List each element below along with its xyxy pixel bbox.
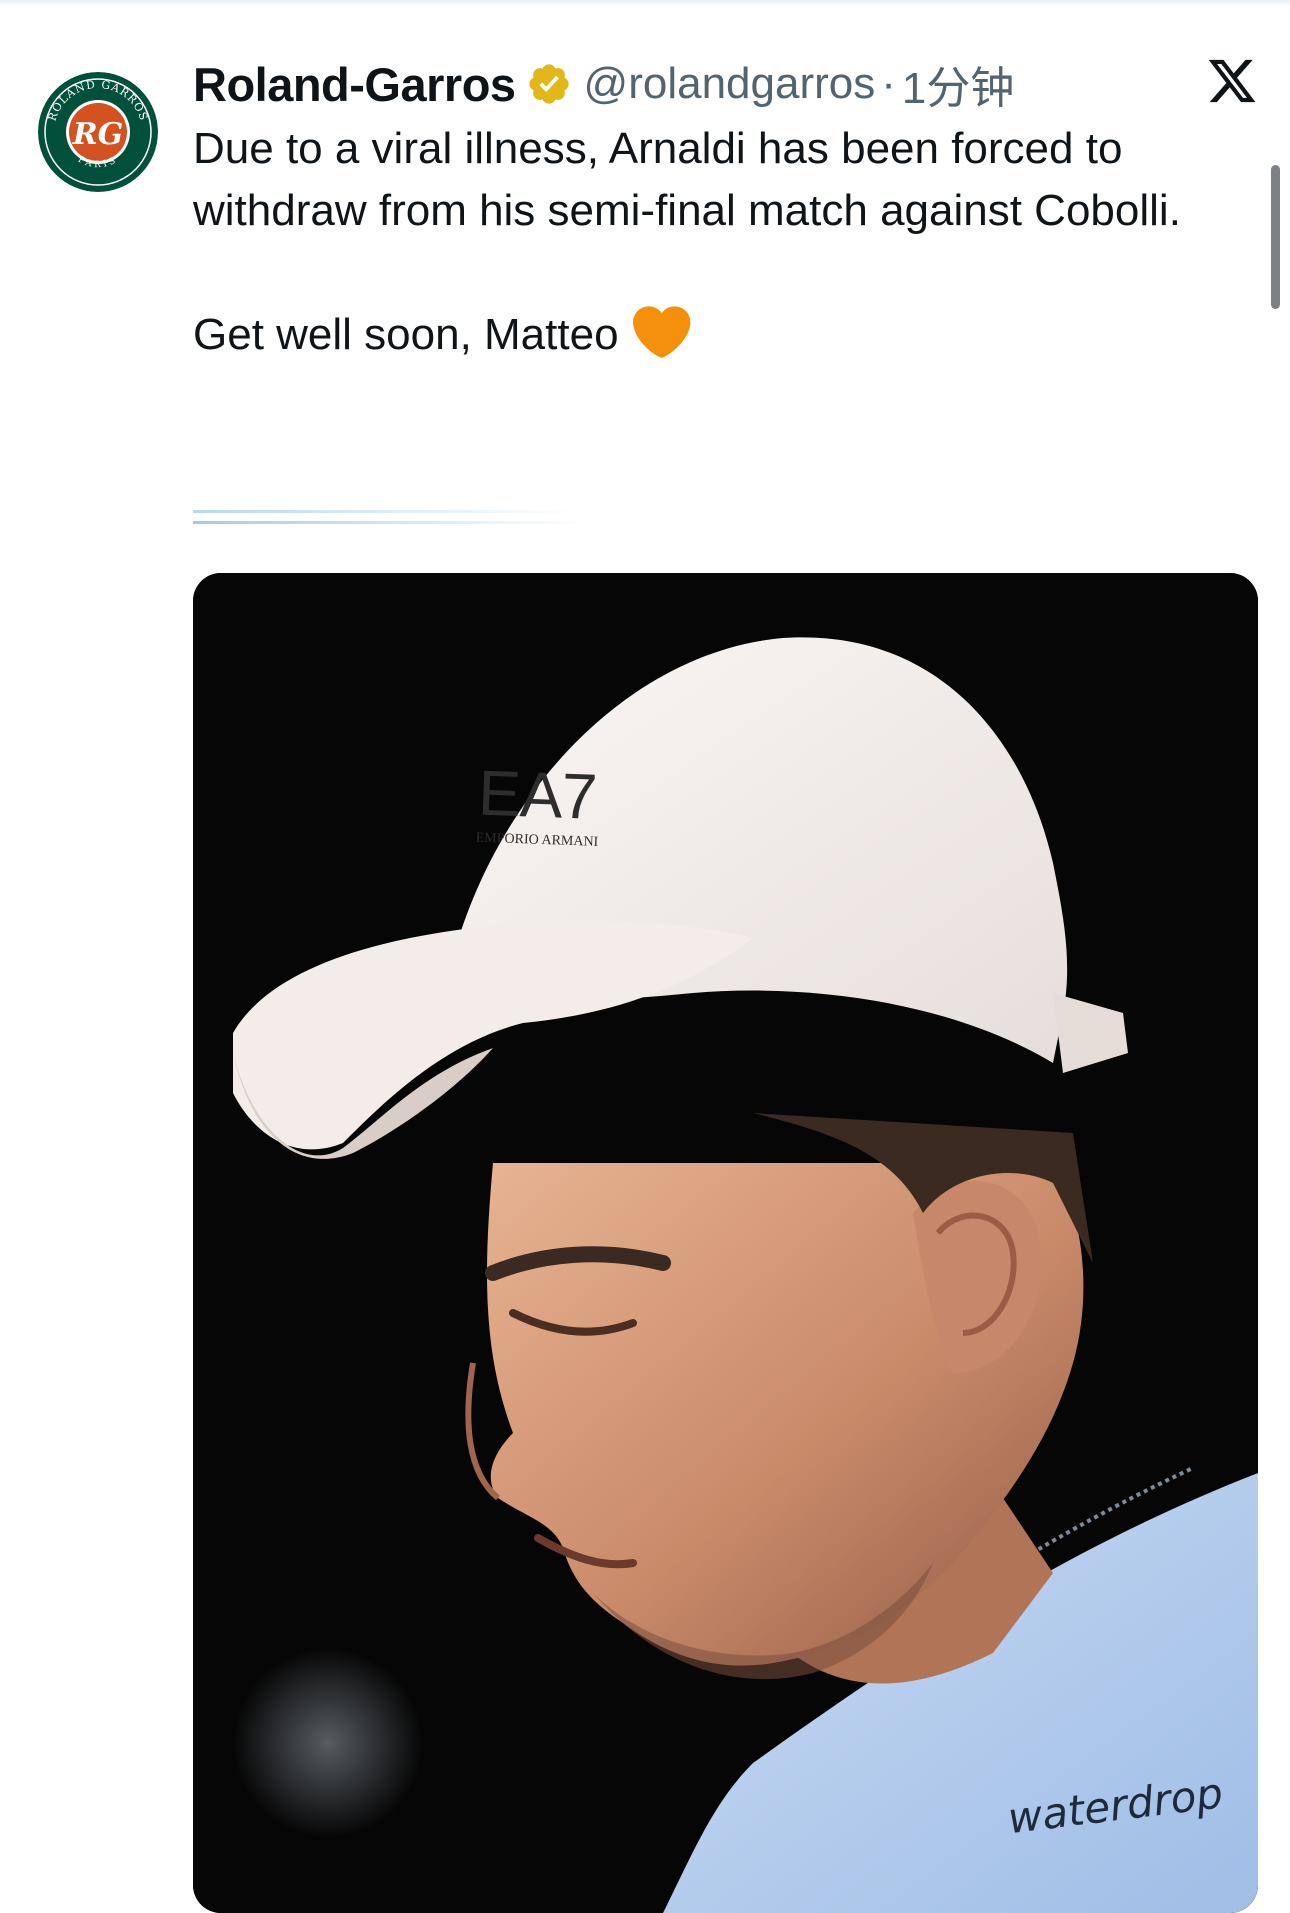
verified-badge-icon: [526, 61, 572, 107]
top-edge: [0, 0, 1290, 6]
tweet-media-image[interactable]: EA7 EMPORIO ARMANI waterdrop: [193, 573, 1258, 1913]
separator-dot: ·: [881, 59, 896, 108]
scrollbar-thumb[interactable]: [1271, 165, 1280, 309]
tweet-paragraph-1: Due to a viral illness, Arnaldi has been…: [193, 124, 1181, 235]
author-name[interactable]: Roland-Garros: [193, 57, 516, 112]
author-handle[interactable]: @rolandgarros: [584, 59, 876, 109]
divider-line: [193, 521, 583, 524]
divider-line: [193, 510, 583, 513]
cap-logo-text: EA7: [477, 757, 597, 833]
author-avatar[interactable]: ROLAND GARROS PARIS RG: [38, 72, 158, 192]
bokeh-light: [233, 1648, 423, 1838]
svg-text:RG: RG: [72, 117, 124, 152]
tweet-paragraph-2: Get well soon, Matteo: [193, 310, 619, 359]
tweet-header: Roland-Garros @rolandgarros · 1分钟: [193, 52, 1014, 116]
tweet-timestamp[interactable]: 1分钟: [902, 52, 1014, 116]
x-logo-icon[interactable]: [1206, 55, 1258, 107]
roland-garros-logo: ROLAND GARROS PARIS RG: [38, 72, 158, 192]
orange-heart-icon: [631, 305, 691, 361]
tweet-text: Due to a viral illness, Arnaldi has been…: [193, 118, 1233, 366]
tweet-paragraph-2-wrap: Get well soon, Matteo: [193, 304, 1233, 366]
preview-divider: [193, 508, 583, 528]
